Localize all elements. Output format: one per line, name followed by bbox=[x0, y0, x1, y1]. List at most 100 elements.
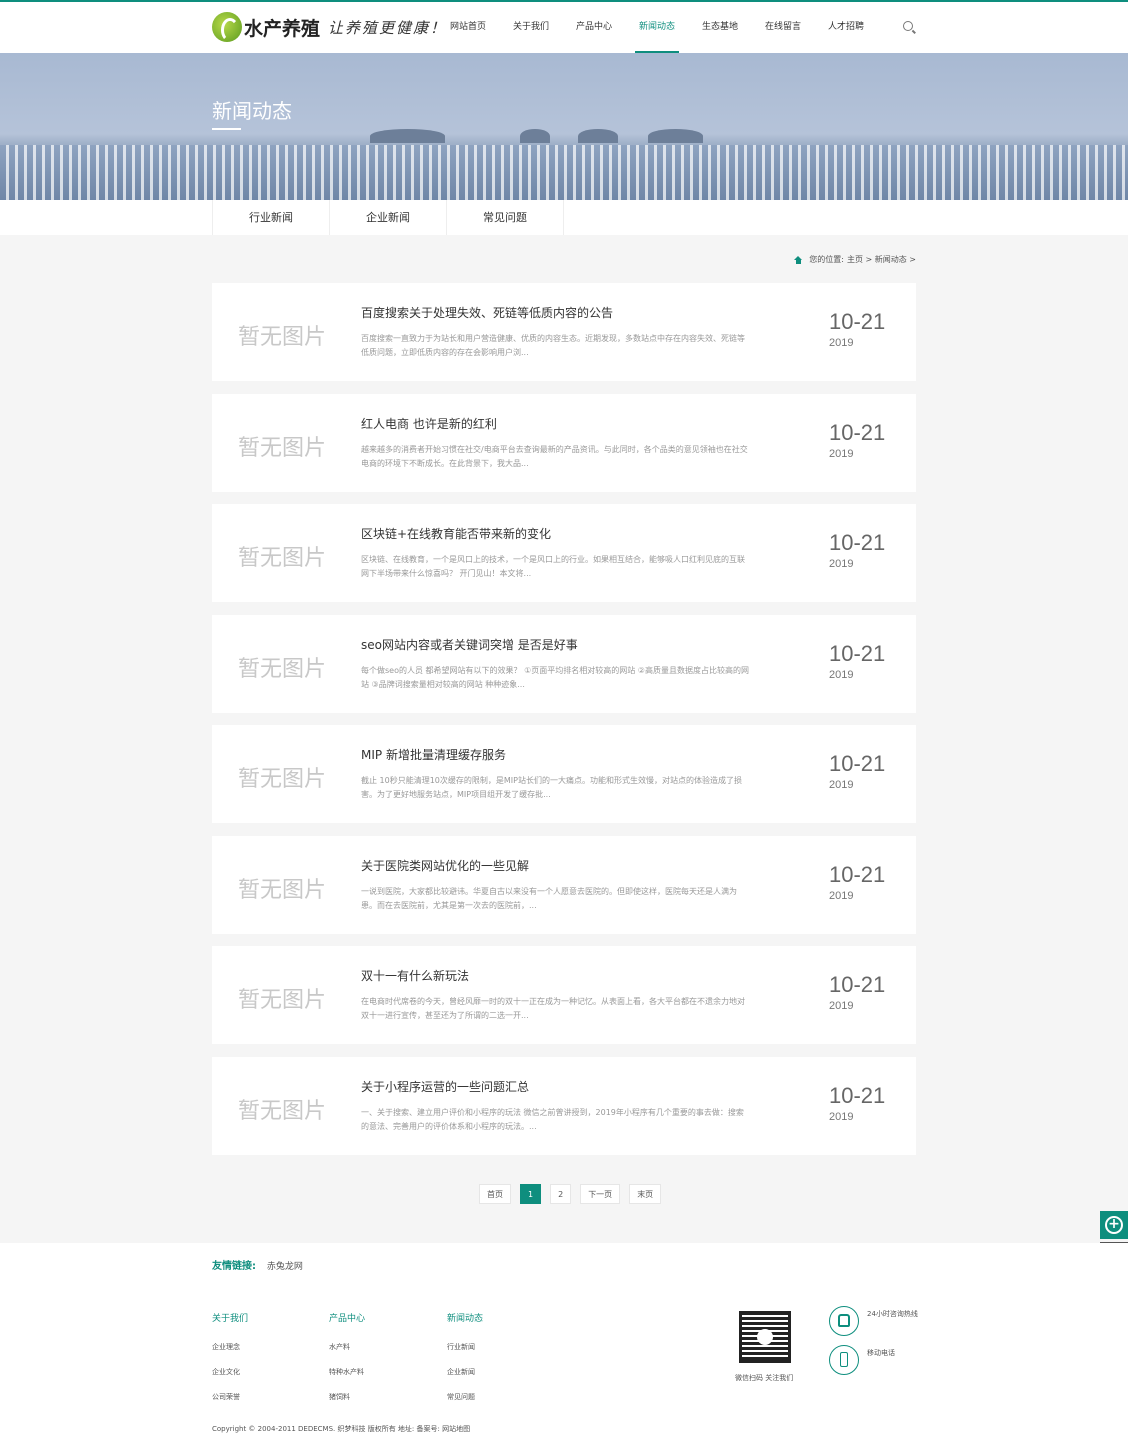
nav-news[interactable]: 新闻动态 bbox=[635, 2, 679, 53]
banner-hill bbox=[578, 129, 618, 143]
banner: 新闻动态 bbox=[0, 53, 1128, 200]
friend-links-label: 友情链接: bbox=[212, 1261, 256, 1272]
article-title[interactable]: 百度搜索关于处理失效、死链等低质内容的公告 bbox=[361, 304, 613, 321]
footer: 友情链接: 赤兔龙网 关于我们 企业理念 企业文化 公司荣誉 产品中心 水产料 … bbox=[0, 1243, 1128, 1442]
article-thumbnail[interactable]: 暂无图片 bbox=[238, 651, 326, 683]
footer-link[interactable]: 水产料 bbox=[329, 1342, 365, 1352]
article-title[interactable]: 关于医院类网站优化的一些见解 bbox=[361, 857, 529, 874]
wechat-qr-code bbox=[739, 1311, 791, 1363]
copyright: Copyright © 2004-2011 DEDECMS. 织梦科技 版权所有… bbox=[212, 1425, 471, 1433]
article-year: 2019 bbox=[829, 337, 854, 349]
friend-links: 友情链接: 赤兔龙网 bbox=[212, 1257, 303, 1272]
article-summary: 每个做seo的人员 都希望网站有以下的效果？ ①页面平均排名相对较高的网站 ②高… bbox=[361, 665, 749, 689]
article-title[interactable]: MIP 新增批量清理缓存服务 bbox=[361, 746, 506, 763]
page-next-button[interactable]: 下一页 bbox=[580, 1184, 621, 1204]
nav-home[interactable]: 网站首页 bbox=[446, 2, 490, 53]
article-year: 2019 bbox=[829, 447, 854, 460]
nav-about[interactable]: 关于我们 bbox=[509, 2, 553, 53]
article-title[interactable]: 双十一有什么新玩法 bbox=[361, 967, 469, 984]
article-card[interactable]: 暂无图片 双十一有什么新玩法 在电商时代席卷的今天，曾经风靡一时的双十一正在成为… bbox=[212, 946, 916, 1044]
article-date: 10-21 bbox=[829, 1082, 886, 1108]
footer-col-products: 产品中心 水产料 特种水产料 猪饲料 bbox=[329, 1311, 365, 1417]
article-card[interactable]: 暂无图片 区块链+在线教育能否带来新的变化 区块链、在线教育，一个是风口上的技术… bbox=[212, 504, 916, 602]
subnav-industry-news[interactable]: 行业新闻 bbox=[213, 200, 330, 235]
footer-col-about: 关于我们 企业理念 企业文化 公司荣誉 bbox=[212, 1311, 248, 1417]
article-summary: 区块链、在线教育，一个是风口上的技术，一个是风口上的行业。如果相互结合，能够吸人… bbox=[361, 555, 745, 578]
article-summary: 一说到医院，大家都比较避讳。华夏自古以来没有一个人愿意去医院的。但即使这样，医院… bbox=[361, 886, 737, 910]
footer-link[interactable]: 公司荣誉 bbox=[212, 1392, 248, 1402]
article-thumbnail[interactable]: 暂无图片 bbox=[238, 430, 326, 462]
article-summary: 截止 10秒只能清理10次缓存的限制，是MIP站长们的一大痛点。功能和形式生效慢… bbox=[361, 776, 742, 799]
article-date: 10-21 bbox=[829, 861, 886, 887]
footer-link[interactable]: 企业新闻 bbox=[447, 1367, 483, 1377]
breadcrumb: 您的位置: 主页 > 新闻动态 > bbox=[794, 254, 916, 265]
footer-col-title[interactable]: 新闻动态 bbox=[447, 1311, 483, 1324]
article-list: 暂无图片 百度搜索关于处理失效、死链等低质内容的公告 百度搜索一直致力于为站长和… bbox=[212, 283, 916, 1167]
mobile-label: 移动电话 bbox=[867, 1349, 895, 1357]
article-date: 10-21 bbox=[829, 640, 886, 666]
article-card[interactable]: 暂无图片 MIP 新增批量清理缓存服务 截止 10秒只能清理10次缓存的限制，是… bbox=[212, 725, 916, 823]
nav-base[interactable]: 生态基地 bbox=[698, 2, 742, 53]
article-summary: 越来越多的消费者开始习惯在社交/电商平台去查询最新的产品资讯。与此同时，各个品类… bbox=[361, 444, 748, 468]
mobile-icon bbox=[829, 1345, 859, 1375]
pagination: 首页 1 2 下一页 末页 bbox=[479, 1184, 670, 1204]
footer-link[interactable]: 行业新闻 bbox=[447, 1342, 483, 1352]
article-thumbnail[interactable]: 暂无图片 bbox=[238, 761, 326, 793]
article-thumbnail[interactable]: 暂无图片 bbox=[238, 1093, 326, 1125]
plus-icon: + bbox=[1105, 1216, 1123, 1234]
subnav-company-news[interactable]: 企业新闻 bbox=[330, 200, 447, 235]
banner-title: 新闻动态 bbox=[212, 99, 292, 123]
nav-jobs[interactable]: 人才招聘 bbox=[824, 2, 868, 53]
article-thumbnail[interactable]: 暂无图片 bbox=[238, 872, 326, 904]
page-first-button[interactable]: 首页 bbox=[479, 1184, 511, 1204]
article-date: 10-21 bbox=[829, 419, 886, 445]
article-title[interactable]: 区块链+在线教育能否带来新的变化 bbox=[361, 525, 551, 542]
page-1-button[interactable]: 1 bbox=[520, 1184, 542, 1204]
footer-link[interactable]: 常见问题 bbox=[447, 1392, 483, 1402]
footer-col-title[interactable]: 关于我们 bbox=[212, 1311, 248, 1324]
article-summary: 一、关于搜索、建立用户评价和小程序的玩法 微信之前曾讲授到，2019年小程序有几… bbox=[361, 1107, 744, 1131]
subnav-faq[interactable]: 常见问题 bbox=[447, 200, 564, 235]
article-year: 2019 bbox=[829, 1110, 854, 1123]
qr-label: 微信扫码 关注我们 bbox=[735, 1374, 794, 1382]
article-title[interactable]: 红人电商 也许是新的红利 bbox=[361, 415, 497, 432]
page-2-button[interactable]: 2 bbox=[550, 1184, 572, 1204]
footer-link[interactable]: 企业文化 bbox=[212, 1367, 248, 1377]
footer-link[interactable]: 企业理念 bbox=[212, 1342, 248, 1352]
article-thumbnail[interactable]: 暂无图片 bbox=[238, 319, 326, 351]
footer-col-news: 新闻动态 行业新闻 企业新闻 常见问题 bbox=[447, 1311, 483, 1417]
article-year: 2019 bbox=[829, 779, 854, 791]
article-year: 2019 bbox=[829, 1000, 854, 1012]
float-add-button[interactable]: + bbox=[1100, 1211, 1128, 1239]
article-thumbnail[interactable]: 暂无图片 bbox=[238, 540, 326, 572]
footer-link[interactable]: 猪饲料 bbox=[329, 1392, 365, 1402]
article-title[interactable]: 关于小程序运营的一些问题汇总 bbox=[361, 1078, 529, 1095]
article-card[interactable]: 暂无图片 百度搜索关于处理失效、死链等低质内容的公告 百度搜索一直致力于为站长和… bbox=[212, 283, 916, 381]
banner-underline bbox=[212, 128, 241, 130]
banner-sea bbox=[0, 145, 1128, 200]
article-date: 10-21 bbox=[829, 972, 886, 997]
article-year: 2019 bbox=[829, 668, 854, 681]
article-card[interactable]: 暂无图片 关于医院类网站优化的一些见解 一说到医院，大家都比较避讳。华夏自古以来… bbox=[212, 835, 916, 934]
search-icon[interactable] bbox=[903, 21, 913, 31]
main-nav: 网站首页 关于我们 产品中心 新闻动态 生态基地 在线留言 人才招聘 bbox=[446, 2, 868, 53]
article-card[interactable]: 暂无图片 关于小程序运营的一些问题汇总 一、关于搜索、建立用户评价和小程序的玩法… bbox=[212, 1056, 916, 1155]
banner-hill bbox=[370, 129, 445, 143]
friend-link[interactable]: 赤兔龙网 bbox=[267, 1262, 303, 1272]
article-date: 10-21 bbox=[829, 751, 886, 776]
nav-products[interactable]: 产品中心 bbox=[572, 2, 616, 53]
page-last-button[interactable]: 末页 bbox=[629, 1184, 662, 1204]
article-thumbnail[interactable]: 暂无图片 bbox=[238, 982, 326, 1014]
breadcrumb-path[interactable]: 主页 > 新闻动态 > bbox=[847, 254, 916, 265]
phone-icon bbox=[829, 1306, 859, 1336]
footer-col-title[interactable]: 产品中心 bbox=[329, 1311, 365, 1324]
footer-link[interactable]: 特种水产料 bbox=[329, 1367, 365, 1377]
nav-message[interactable]: 在线留言 bbox=[761, 2, 805, 53]
article-title[interactable]: seo网站内容或者关键词突增 是否是好事 bbox=[361, 636, 578, 653]
hotline-label: 24小时咨询热线 bbox=[867, 1310, 918, 1318]
logo-icon bbox=[212, 12, 242, 42]
article-year: 2019 bbox=[829, 889, 854, 902]
logo[interactable]: 水产养殖 让养殖更健康！ bbox=[212, 11, 447, 43]
article-card[interactable]: 暂无图片 红人电商 也许是新的红利 越来越多的消费者开始习惯在社交/电商平台去查… bbox=[212, 393, 916, 492]
article-card[interactable]: 暂无图片 seo网站内容或者关键词突增 是否是好事 每个做seo的人员 都希望网… bbox=[212, 614, 916, 713]
